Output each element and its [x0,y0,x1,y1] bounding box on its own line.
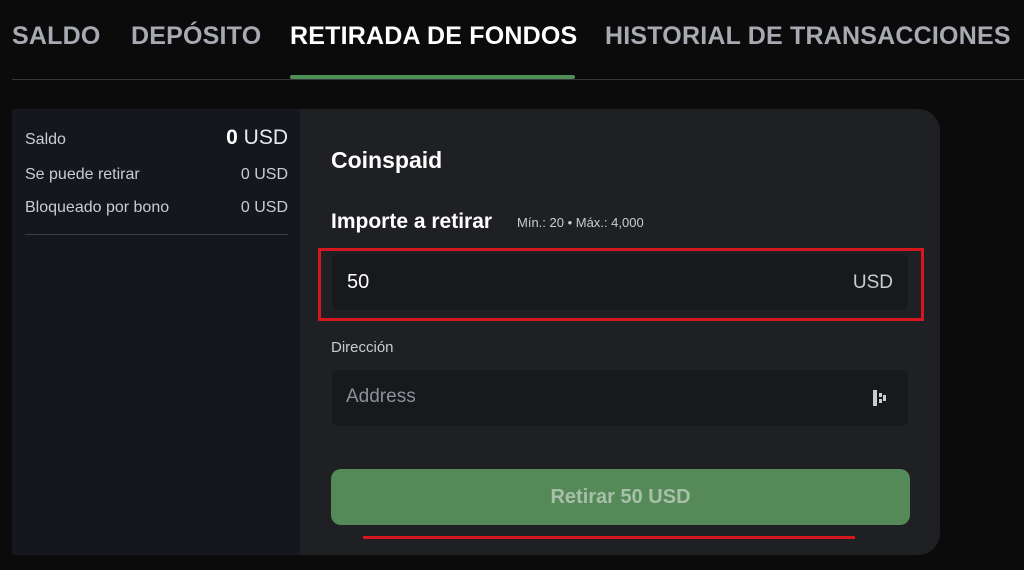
button-highlight-underline [363,536,855,539]
tab-bar: SALDO DEPÓSITO RETIRADA DE FONDOS HISTOR… [12,0,1024,80]
tab-retirada[interactable]: RETIRADA DE FONDOS [290,22,577,51]
amount-highlight-box [318,248,924,321]
withdrawable-label: Se puede retirar [25,166,140,183]
withdrawal-panel: Saldo 0 USD Se puede retirar 0 USD Bloqu… [12,109,940,555]
paste-icon[interactable] [872,389,888,407]
balance-row-saldo: Saldo 0 USD [25,126,288,150]
divider [25,234,288,235]
balance-value: 0 USD [226,126,288,150]
balance-row-withdrawable: Se puede retirar 0 USD [25,166,288,184]
tab-historial[interactable]: HISTORIAL DE TRANSACCIONES [605,22,1011,51]
amount-limits: Mín.: 20 • Máx.: 4,000 [517,215,644,230]
active-tab-indicator [290,75,575,79]
withdraw-button[interactable]: Retirar 50 USD [331,469,910,525]
withdrawable-value: 0 USD [240,166,288,183]
balance-amount: 0 [226,126,238,149]
amount-label: Importe a retirar [331,210,493,233]
bonus-locked-label: Bloqueado por bono [25,199,170,216]
tab-saldo[interactable]: SALDO [12,22,101,51]
address-input[interactable] [346,386,846,408]
payment-method-title: Coinspaid [331,147,443,173]
balance-currency: USD [243,126,288,149]
bonus-locked-value: 0 USD [240,199,288,216]
address-label: Dirección [331,339,394,356]
balance-row-bonus-locked: Bloqueado por bono 0 USD [25,199,288,217]
address-field[interactable] [332,370,908,426]
tab-deposito[interactable]: DEPÓSITO [131,22,261,51]
balance-label: Saldo [25,131,66,148]
balance-sidebar: Saldo 0 USD Se puede retirar 0 USD Bloqu… [12,109,300,555]
